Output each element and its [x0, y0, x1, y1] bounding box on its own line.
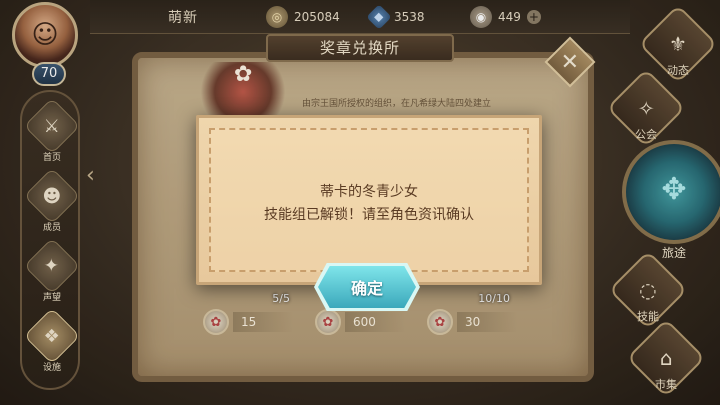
confirm-button[interactable]: 确定	[318, 266, 416, 308]
dialog-title: 蒂卡的冬青少女	[320, 184, 418, 200]
confirm-button-label: 确定	[350, 279, 383, 298]
dialog-message: 技能组已解锁！请至角色资讯确认	[264, 207, 474, 223]
unlock-dialog: 蒂卡的冬青少女 技能组已解锁！请至角色资讯确认	[196, 115, 542, 285]
